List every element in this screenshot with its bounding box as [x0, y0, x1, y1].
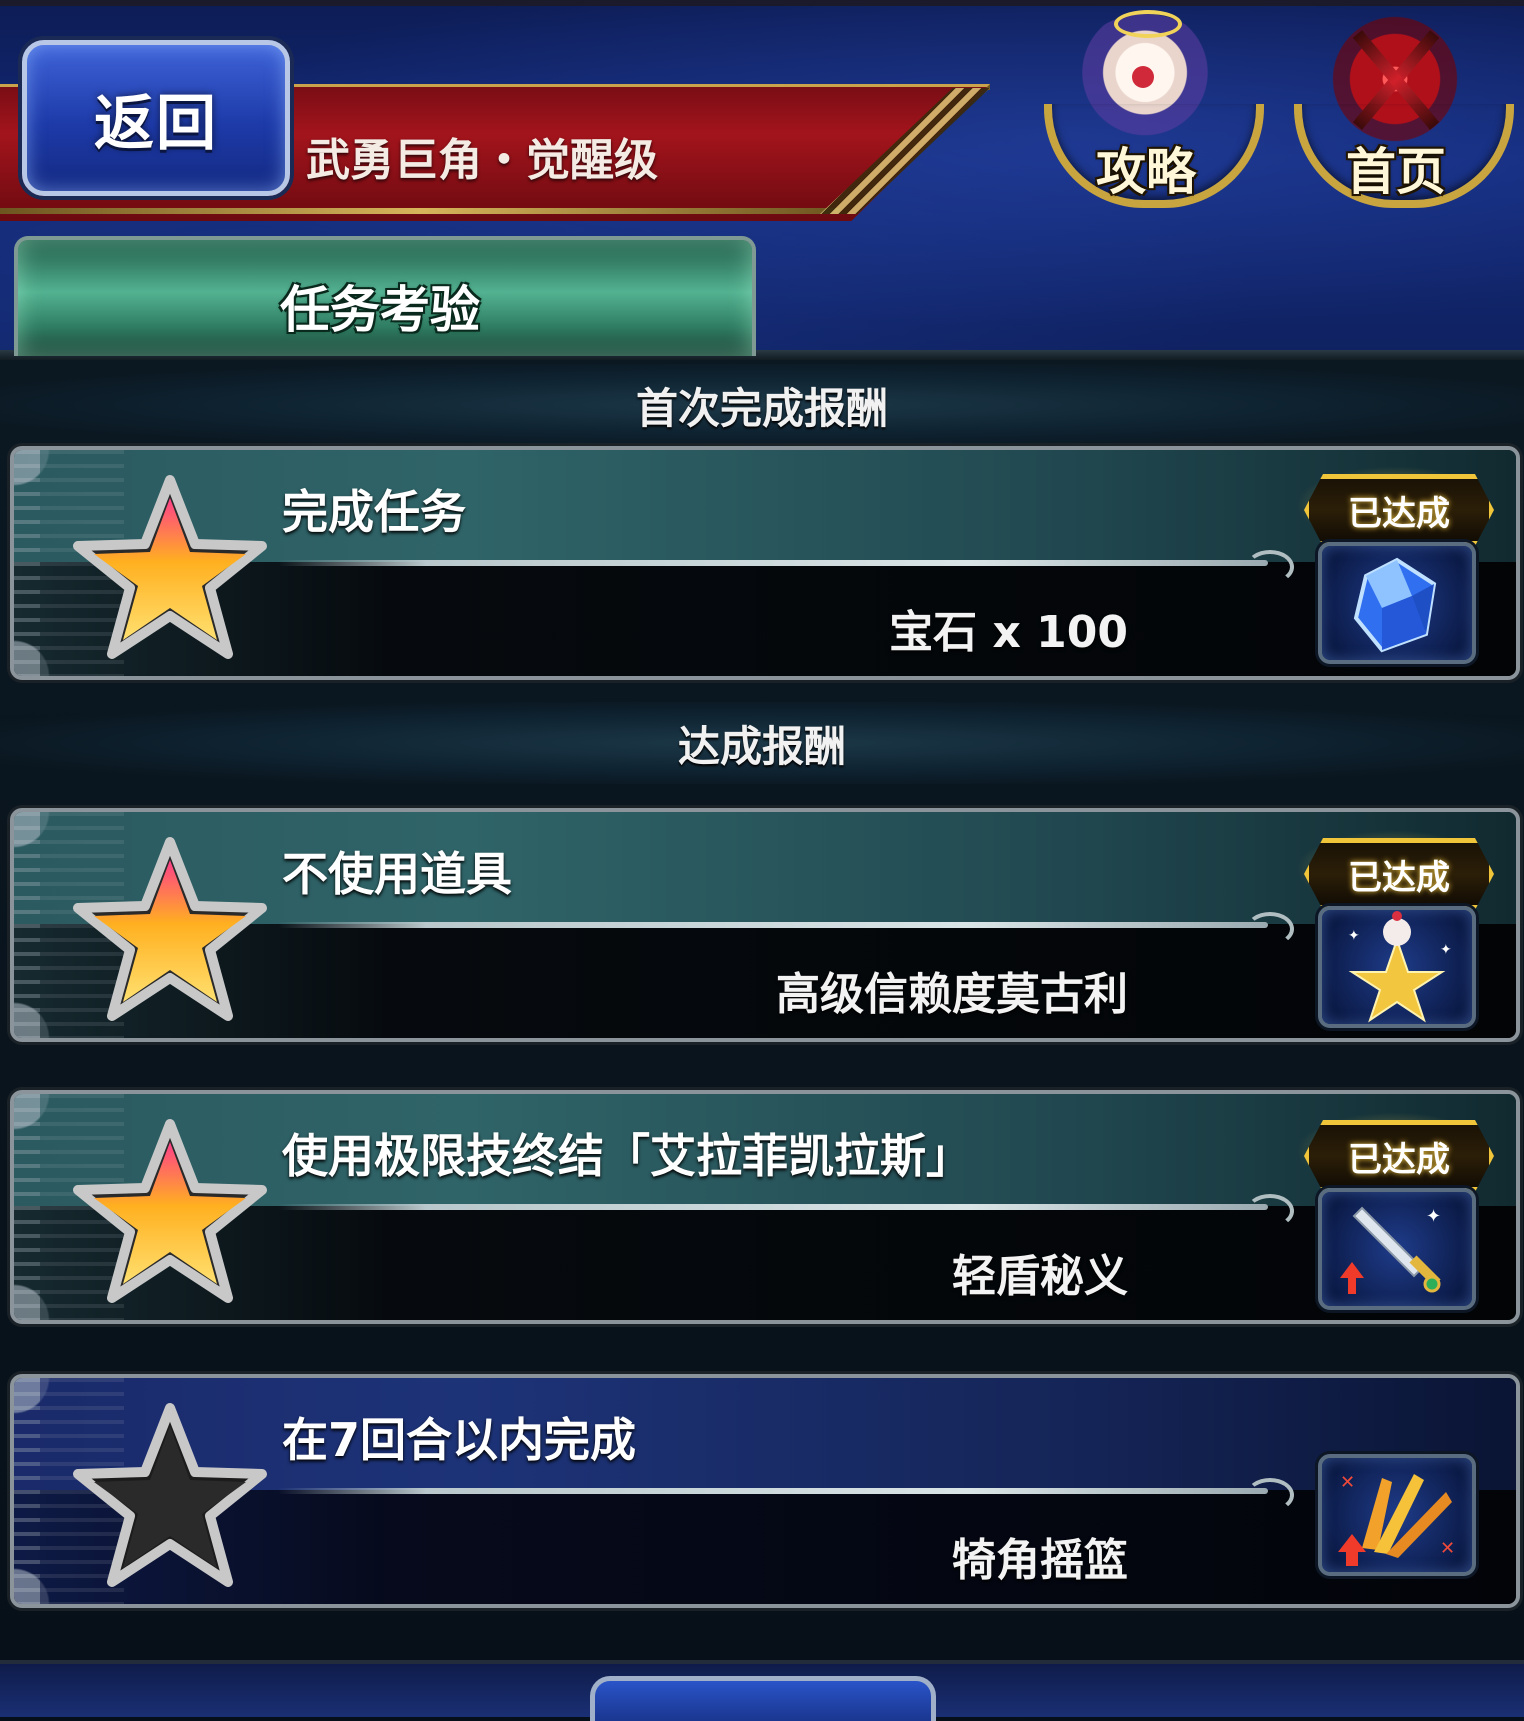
row-divider	[278, 560, 1268, 566]
divider-curl	[1246, 1478, 1294, 1512]
svg-text:✕: ✕	[1440, 1538, 1455, 1559]
strategy-label: 攻略	[1096, 143, 1196, 201]
mission-row: 使用极限技终结「艾拉菲凯拉斯」 轻盾秘义	[10, 1090, 1520, 1324]
svg-text:✕: ✕	[1340, 1472, 1355, 1493]
row-divider	[278, 922, 1268, 928]
moogle-star-icon[interactable]: ✦ ✦	[1318, 906, 1476, 1028]
star-unachieved-icon	[73, 1403, 267, 1587]
divider-curl	[1246, 912, 1294, 946]
sword-boost-icon[interactable]: ✦	[1318, 1188, 1476, 1310]
divider-curl	[1246, 550, 1294, 584]
mission-row: 不使用道具 高级信赖度莫古利	[10, 808, 1520, 1042]
tab-mission-trial[interactable]: 任务考验	[14, 236, 756, 356]
page-title: 武勇巨角・觉醒级	[306, 135, 658, 186]
achieved-badge: 已达成	[1304, 1120, 1494, 1192]
mission-title: 使用极限技终结「艾拉菲凯拉斯」	[282, 1129, 972, 1183]
achieved-badge: 已达成	[1304, 838, 1494, 910]
mission-row: 完成任务 宝石 x 100	[10, 446, 1520, 680]
section-header-first-reward: 首次完成报酬	[0, 364, 1524, 446]
top-border	[0, 0, 1524, 6]
svg-text:✦: ✦	[1440, 942, 1452, 958]
star-achieved-icon	[73, 837, 267, 1021]
mission-reward: 犄角摇篮	[952, 1535, 1128, 1586]
bottom-action-button[interactable]	[590, 1676, 936, 1721]
mission-title: 完成任务	[282, 485, 466, 539]
home-label: 首页	[1346, 143, 1446, 201]
section-header-achievement-reward: 达成报酬	[0, 702, 1524, 784]
strategy-button[interactable]: 攻略	[1034, 8, 1264, 208]
tab-label: 任务考验	[280, 281, 480, 339]
header-area: 返回 武勇巨角・觉醒级 攻略 首页 任务考验	[0, 0, 1524, 360]
mission-reward: 轻盾秘义	[952, 1251, 1128, 1302]
gem-icon[interactable]	[1318, 542, 1476, 664]
mission-reward: 宝石 x 100	[889, 607, 1128, 658]
row-divider	[278, 1204, 1268, 1210]
svg-text:✦: ✦	[1426, 1206, 1441, 1227]
divider-curl	[1246, 1194, 1294, 1228]
achieved-badge: 已达成	[1304, 474, 1494, 546]
mission-row: 在7回合以内完成 犄角摇篮	[10, 1374, 1520, 1608]
mission-title: 在7回合以内完成	[282, 1413, 637, 1467]
star-achieved-icon	[73, 1119, 267, 1303]
home-button[interactable]: 首页	[1284, 8, 1514, 208]
svg-text:✦: ✦	[1348, 928, 1360, 944]
row-divider	[278, 1488, 1268, 1494]
mission-reward: 高级信赖度莫古利	[776, 969, 1128, 1020]
ribbon-gold-trim-bottom	[0, 208, 840, 214]
burst-boost-icon[interactable]: ✕ ✕	[1318, 1454, 1476, 1576]
mission-title: 不使用道具	[282, 847, 512, 901]
back-button[interactable]: 返回	[22, 40, 290, 196]
star-achieved-icon	[73, 475, 267, 659]
